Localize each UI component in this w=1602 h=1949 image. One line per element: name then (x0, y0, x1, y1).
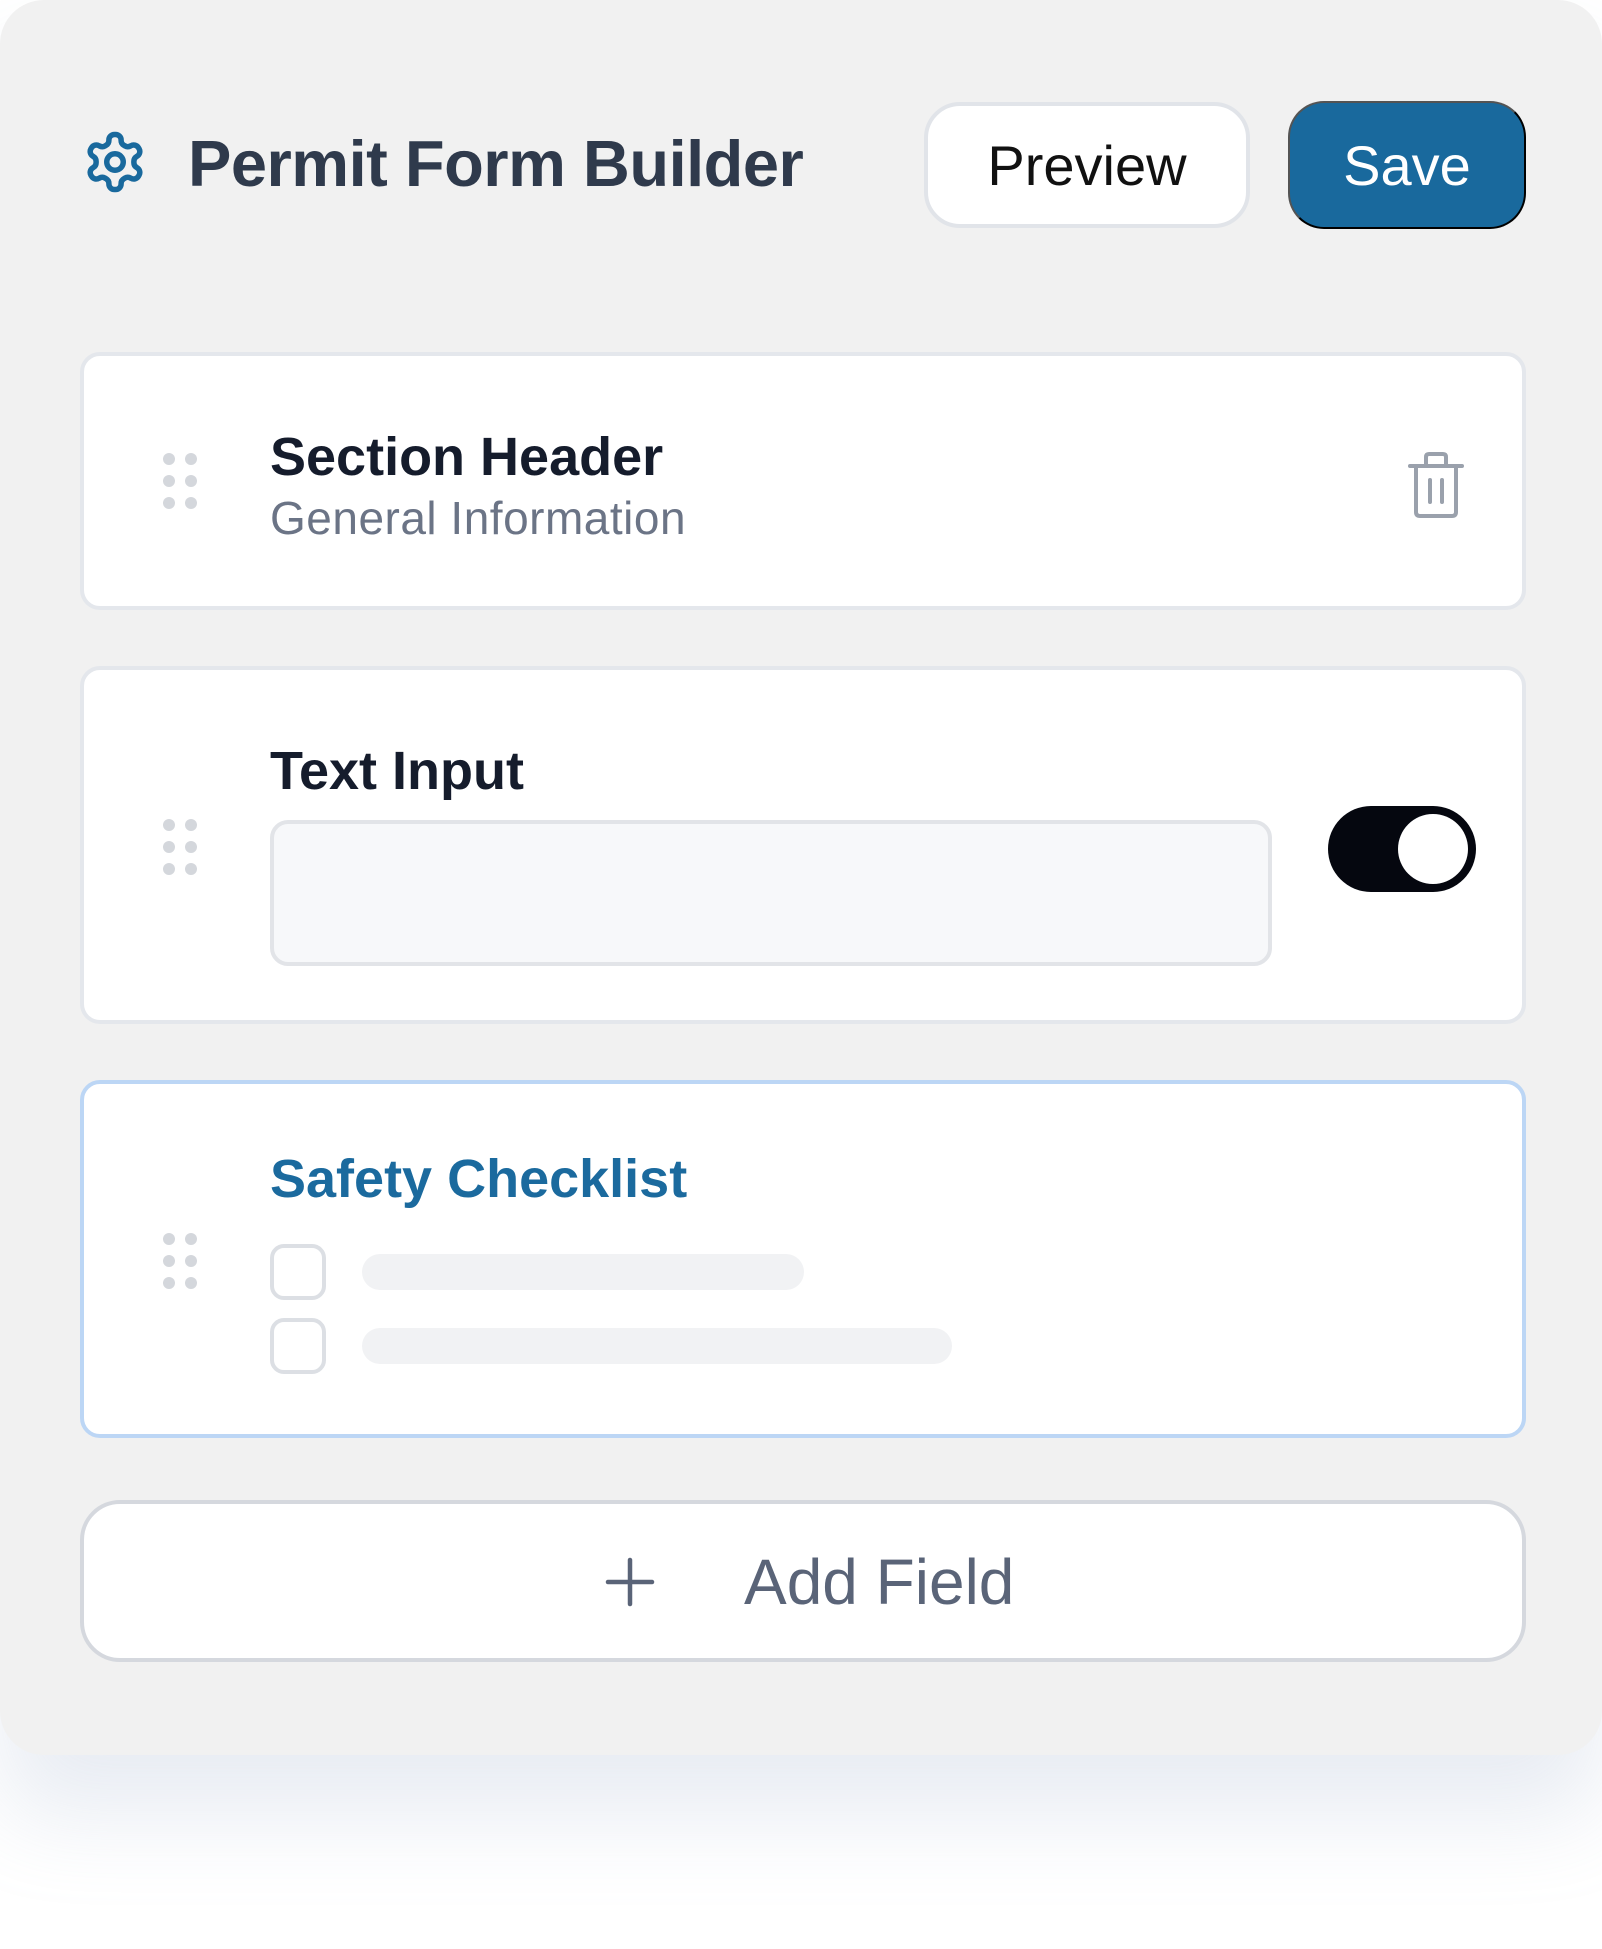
field-label: Safety Checklist (270, 1149, 688, 1209)
drag-handle-icon[interactable] (162, 452, 198, 510)
text-input-preview-field[interactable] (270, 820, 1272, 966)
add-field-button[interactable]: Add Field (80, 1500, 1526, 1662)
field-card-text-input[interactable]: Text Input (80, 666, 1526, 1024)
add-field-label: Add Field (744, 1546, 1015, 1618)
toggle-knob (1398, 814, 1468, 884)
form-builder-panel: Permit Form Builder Preview Save Section… (0, 0, 1602, 1755)
field-label: Text Input (270, 741, 524, 801)
gear-icon (87, 131, 143, 193)
checklist-checkbox[interactable] (270, 1318, 326, 1374)
trash-icon[interactable] (1406, 450, 1466, 520)
field-card-section-header[interactable]: Section Header General Information (80, 352, 1526, 610)
save-button[interactable]: Save (1288, 101, 1526, 229)
field-subtitle: General Information (270, 492, 687, 544)
preview-button[interactable]: Preview (924, 102, 1250, 228)
field-label: Section Header (270, 427, 664, 487)
plus-icon (605, 1557, 655, 1607)
required-toggle[interactable] (1328, 806, 1476, 892)
drag-handle-icon[interactable] (162, 818, 198, 876)
drag-handle-icon[interactable] (162, 1232, 198, 1290)
checklist-item-placeholder (362, 1254, 804, 1290)
checklist-item-placeholder (362, 1328, 952, 1364)
field-card-safety-checklist[interactable]: Safety Checklist (80, 1080, 1526, 1438)
checklist-checkbox[interactable] (270, 1244, 326, 1300)
page-title: Permit Form Builder (188, 127, 804, 200)
